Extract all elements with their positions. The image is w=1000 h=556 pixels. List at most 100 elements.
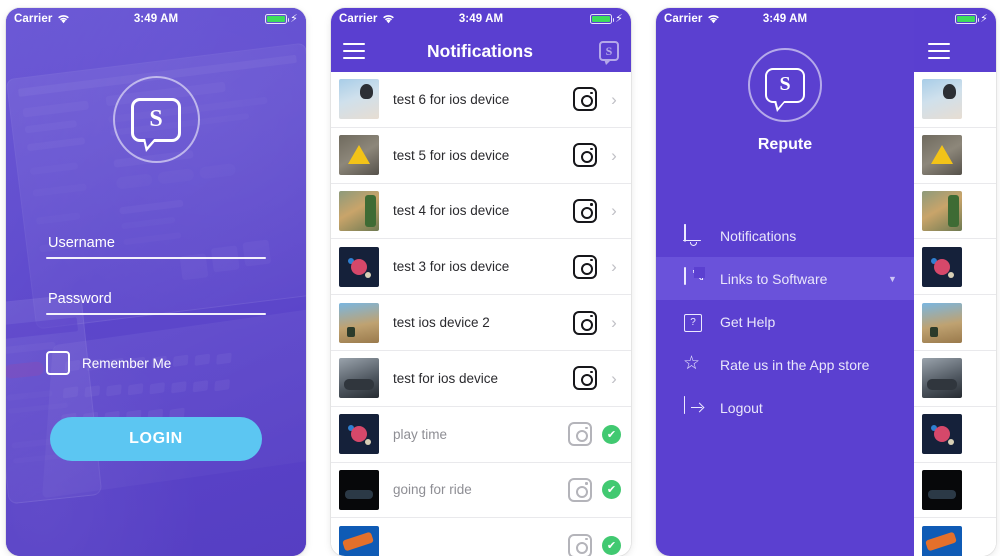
notification-thumbnail	[922, 358, 962, 399]
drawer-item-label: Get Help	[720, 313, 776, 330]
speech-bubble-logo-icon[interactable]: S	[599, 41, 619, 65]
notification-title: test ios device 2	[393, 315, 490, 331]
notification-row[interactable]	[914, 127, 996, 184]
speech-bubble-logo-icon: S	[765, 67, 805, 112]
question-box-icon: ?	[682, 311, 704, 333]
notification-thumbnail	[339, 246, 379, 287]
chevron-right-icon[interactable]: ›	[607, 147, 621, 164]
username-field[interactable]: Username	[46, 235, 266, 259]
drawer-menu[interactable]: Notifications Links to Software ▼? Get Help…	[656, 204, 914, 429]
external-link-icon	[682, 266, 704, 290]
charging-icon: ⚡	[980, 12, 988, 25]
hamburger-icon[interactable]	[928, 43, 950, 59]
notification-row[interactable]: test 6 for ios device ›	[331, 72, 631, 128]
notification-row[interactable]: test for ios device ›	[331, 350, 631, 407]
notification-thumbnail	[339, 190, 379, 231]
charging-icon: ⚡	[615, 12, 623, 25]
notification-title: test 4 for ios device	[393, 203, 510, 219]
notification-row[interactable]	[914, 518, 996, 556]
notification-title: test 5 for ios device	[393, 147, 510, 163]
drawer-item-get-help[interactable]: ? Get Help	[656, 300, 914, 343]
notification-row[interactable]	[914, 72, 996, 128]
notification-row[interactable]	[914, 462, 996, 519]
notification-row[interactable]	[914, 350, 996, 407]
instagram-icon	[573, 143, 597, 168]
password-field[interactable]: Password	[46, 291, 266, 315]
chevron-right-icon[interactable]: ›	[607, 202, 621, 219]
notification-thumbnail	[922, 246, 962, 287]
notification-row[interactable]	[914, 406, 996, 463]
password-underline	[46, 313, 266, 315]
chevron-right-icon[interactable]: ›	[607, 91, 621, 108]
instagram-icon	[568, 422, 592, 447]
remember-me-label: Remember Me	[82, 355, 172, 371]
battery-icon	[590, 13, 615, 25]
drawer-header: S Repute	[656, 30, 914, 204]
app-logo: S	[748, 48, 822, 122]
instagram-icon	[568, 533, 592, 556]
status-check-icon: ✔	[602, 480, 621, 500]
logo-letter: S	[779, 73, 791, 95]
notification-thumbnail	[339, 358, 379, 399]
notification-title: test 3 for ios device	[393, 259, 510, 275]
carrier-label: Carrier	[339, 13, 378, 25]
chevron-right-icon[interactable]: ›	[607, 258, 621, 275]
notification-thumbnail	[339, 302, 379, 343]
star-icon: ☆	[683, 352, 701, 374]
navigation-bar: Notifications S	[331, 30, 631, 72]
notification-thumbnail	[922, 525, 962, 556]
chevron-right-icon[interactable]: ›	[607, 314, 621, 331]
remember-me-row[interactable]: Remember Me	[46, 351, 266, 375]
notification-row[interactable]: play time ✔	[331, 406, 631, 463]
wifi-icon	[707, 14, 720, 24]
notification-thumbnail	[339, 135, 379, 176]
status-bar: Carrier 3:49 AM ⚡	[331, 8, 631, 30]
drawer-item-rate-us-in-the-app-store[interactable]: ☆ Rate us in the App store	[656, 343, 914, 386]
instagram-icon	[573, 87, 597, 112]
notification-list[interactable]: test 6 for ios device › test 5 for ios dev…	[331, 72, 631, 556]
notification-row[interactable]	[914, 295, 996, 351]
remember-me-checkbox[interactable]	[46, 351, 70, 375]
wifi-icon	[57, 14, 70, 24]
battery-icon	[955, 13, 980, 25]
bell-icon	[682, 223, 704, 247]
phone-login-screen: Carrier 3:49 AM ⚡ S Username Password Re…	[6, 8, 306, 556]
page-title: Notifications	[427, 40, 533, 61]
notification-row[interactable]: test 3 for ios device ›	[331, 239, 631, 296]
login-button[interactable]: LOGIN	[50, 417, 262, 461]
notification-row[interactable]	[914, 239, 996, 296]
notification-thumbnail	[922, 190, 962, 231]
username-label: Username	[48, 235, 115, 251]
notification-thumbnail	[339, 79, 379, 120]
notification-thumbnail	[339, 469, 379, 510]
status-bar: Carrier 3:49 AM	[656, 8, 914, 30]
notification-row[interactable]: going for ride ✔	[331, 462, 631, 519]
drawer-item-links-to-software[interactable]: Links to Software ▼	[656, 257, 914, 300]
notification-row[interactable]: ✔	[331, 518, 631, 556]
notification-row[interactable]: test ios device 2 ›	[331, 295, 631, 351]
notification-thumbnail	[922, 135, 962, 176]
notification-row[interactable]	[914, 183, 996, 240]
instagram-icon	[568, 477, 592, 502]
nav-logo-letter: S	[605, 44, 613, 58]
notification-title: test for ios device	[393, 370, 499, 386]
username-underline	[46, 257, 266, 259]
notification-thumbnail	[922, 414, 962, 455]
chevron-right-icon[interactable]: ›	[607, 370, 621, 387]
notification-list[interactable]	[914, 72, 996, 556]
brand-name: Repute	[757, 136, 813, 153]
chevron-down-icon[interactable]: ▼	[888, 274, 914, 284]
phone-drawer-screen: Carrier 3:49 AM S Repute Notifications L…	[656, 8, 996, 556]
screenshot-stage: Carrier 3:49 AM ⚡ S Username Password Re…	[0, 0, 1000, 556]
notification-row[interactable]: test 5 for ios device ›	[331, 127, 631, 184]
drawer-item-logout[interactable]: Logout	[656, 386, 914, 429]
drawer-item-label: Rate us in the App store	[720, 356, 870, 373]
drawer-item-notifications[interactable]: Notifications	[656, 214, 914, 257]
app-logo: S	[112, 76, 200, 163]
drawer-item-label: Links to Software	[720, 270, 828, 287]
phone-notifications-screen: Carrier 3:49 AM ⚡ Notifications S test 6…	[331, 8, 631, 556]
notification-row[interactable]: test 4 for ios device ›	[331, 183, 631, 240]
content-peek[interactable]: ⚡	[914, 8, 996, 556]
status-check-icon: ✔	[602, 536, 621, 556]
notification-title: play time	[393, 426, 448, 442]
